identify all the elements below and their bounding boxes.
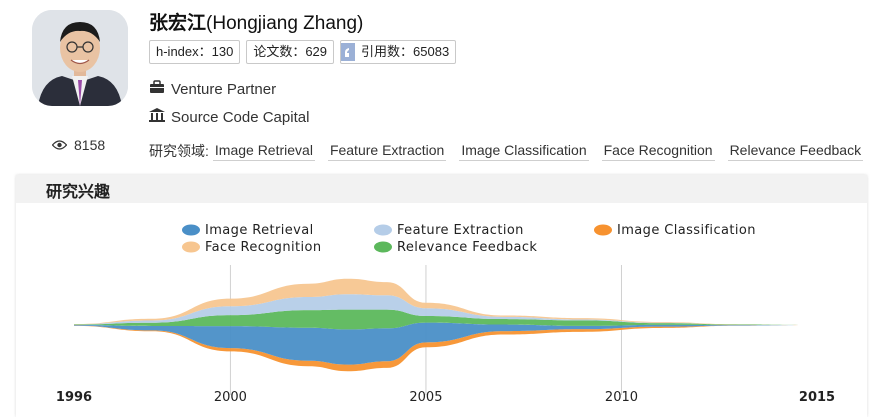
- avatar: [32, 10, 128, 106]
- legend-swatch-image-classification[interactable]: [594, 224, 612, 236]
- panel-title: 研究兴趣: [46, 184, 111, 201]
- legend-swatch-relevance-feedback[interactable]: [374, 241, 392, 253]
- position-text: Venture Partner: [171, 80, 277, 98]
- institution-icon: [149, 108, 165, 127]
- research-interest-panel: 研究兴趣 1996 2000 2005 2010 2015 Image Retrieval…: [16, 175, 867, 417]
- legend-swatch-image-retrieval[interactable]: [182, 224, 200, 236]
- x-tick-2010: 2010: [605, 390, 638, 405]
- tag-feature-extraction[interactable]: Feature Extraction: [327, 142, 447, 161]
- organization-row: Source Code Capital: [149, 108, 309, 127]
- quote-icon: [341, 43, 356, 61]
- legend-swatch-face-recognition[interactable]: [182, 241, 200, 253]
- legend-label-feature-extraction[interactable]: Feature Extraction: [397, 223, 524, 238]
- x-tick-2015: 2015: [799, 390, 835, 405]
- name-en: (Hongjiang Zhang): [206, 13, 364, 34]
- name-cn: 张宏江: [149, 13, 207, 34]
- tag-image-classification[interactable]: Image Classification: [459, 142, 589, 161]
- tag-relevance-feedback[interactable]: Relevance Feedback: [727, 142, 864, 161]
- legend-swatch-feature-extraction[interactable]: [374, 224, 392, 236]
- legend-label-relevance-feedback[interactable]: Relevance Feedback: [397, 240, 537, 255]
- research-areas: 研究领域: Image Retrieval Feature Extraction…: [149, 141, 876, 161]
- views-count: 8158: [51, 137, 105, 153]
- briefcase-icon: [149, 80, 165, 98]
- research-areas-label: 研究领域:: [149, 143, 209, 159]
- stats-row: h-index：130 论文数：629 引用数：65083: [149, 40, 457, 64]
- x-tick-2005: 2005: [409, 390, 442, 405]
- legend-label-image-retrieval[interactable]: Image Retrieval: [205, 223, 314, 238]
- legend-label-face-recognition[interactable]: Face Recognition: [205, 240, 321, 255]
- tag-face-recognition[interactable]: Face Recognition: [601, 142, 715, 161]
- position-row: Venture Partner: [149, 80, 276, 98]
- profile-name: 张宏江(Hongjiang Zhang): [149, 8, 363, 35]
- legend-label-image-classification[interactable]: Image Classification: [617, 223, 756, 238]
- h-index-badge: h-index：130: [149, 40, 241, 64]
- organization-text: Source Code Capital: [171, 109, 310, 126]
- panel-header: 研究兴趣: [16, 175, 867, 203]
- papers-badge[interactable]: 论文数：629: [246, 40, 335, 64]
- x-tick-1996: 1996: [56, 390, 92, 405]
- tag-image-retrieval[interactable]: Image Retrieval: [212, 142, 315, 161]
- streamgraph-chart: 1996 2000 2005 2010 2015 Image Retrieval Featu…: [56, 223, 835, 405]
- citations-badge[interactable]: 引用数：65083: [340, 40, 457, 64]
- eye-icon: [51, 137, 68, 153]
- x-tick-2000: 2000: [214, 390, 247, 405]
